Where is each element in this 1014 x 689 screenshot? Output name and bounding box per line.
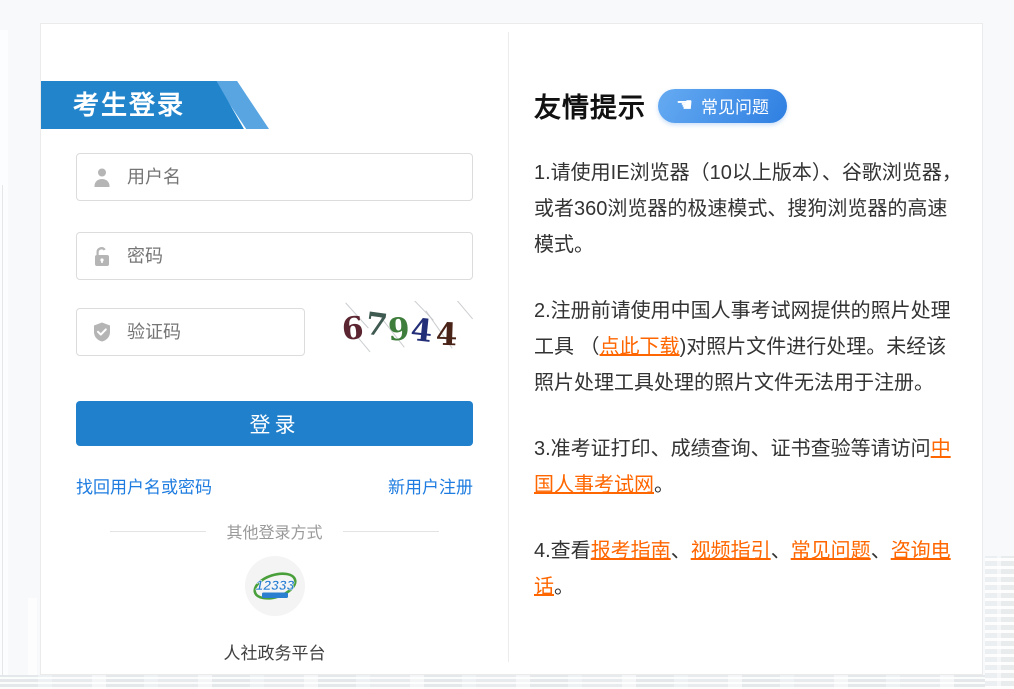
password-input[interactable] [125,245,458,268]
captcha-digit: 6 [340,310,365,348]
username-input[interactable] [125,166,458,189]
tips-header: 友情提示 ☚ 常见问题 [534,86,962,125]
background-left-line [2,185,3,689]
captcha-digit: 4 [435,317,458,354]
pointing-hand-icon: ☚ [676,96,693,115]
other-login-divider: 其他登录方式 [76,519,473,543]
username-field-wrapper [76,153,473,201]
faq-button[interactable]: ☚ 常见问题 [658,89,787,123]
alt-login-section: 12333 人社政务平台 [41,556,508,664]
password-field-wrapper [76,232,473,280]
login-links-row: 找回用户名或密码 新用户注册 [76,473,473,498]
tip-item-4: 4.查看报考指南、视频指引、常见问题、咨询电话。 [534,533,962,605]
login-card: 考生登录 67944 [40,23,983,675]
12333-logo-icon[interactable]: 12333 [245,556,305,616]
tip-link[interactable]: 点此下载 [600,336,680,358]
tip-item-3: 3.准考证打印、成绩查询、证书查验等请访问中国人事考试网。 [534,431,962,503]
login-panel-title: 考生登录 [73,81,185,129]
divider-line-left [110,531,206,532]
background-cityscape-bottom [0,675,1014,689]
captcha-image[interactable]: 67944 [338,301,473,361]
divider-line-right [343,531,439,532]
tip-item-2: 2.注册前请使用中国人事考试网提供的照片处理工具 （点此下载)对照片文件进行处理… [534,293,962,401]
background-cityscape-right [985,556,1014,689]
captcha-field-wrapper [76,308,305,356]
tip-link[interactable]: 常见问题 [791,540,871,562]
shield-check-icon [91,321,113,343]
captcha-digits: 67944 [342,311,458,347]
column-divider [508,32,509,662]
captcha-digit: 4 [409,312,434,350]
login-button[interactable]: 登录 [76,401,473,446]
other-login-label: 其他登录方式 [226,519,322,543]
login-title-ribbon: 考生登录 [41,81,269,129]
user-icon [91,166,113,188]
tip-link[interactable]: 视频指引 [691,540,771,562]
tip-link[interactable]: 报考指南 [591,540,671,562]
alt-login-label: 人社政务平台 [41,639,508,664]
logo-12333-text: 12333 [255,577,294,593]
captcha-digit: 9 [387,311,410,348]
tip-item-1: 1.请使用IE浏览器（10以上版本）、谷歌浏览器，或者360浏览器的极速模式、搜… [534,155,962,263]
forgot-credentials-link[interactable]: 找回用户名或密码 [76,473,212,498]
friendly-tips-panel: 友情提示 ☚ 常见问题 1.请使用IE浏览器（10以上版本）、谷歌浏览器，或者3… [534,24,962,674]
candidate-login-panel: 考生登录 67944 [41,24,508,674]
faq-button-label: 常见问题 [701,93,769,118]
tips-title: 友情提示 [534,86,646,125]
captcha-input[interactable] [125,321,290,344]
new-user-register-link[interactable]: 新用户注册 [388,473,473,498]
lock-icon [91,245,113,267]
captcha-digit: 7 [363,306,389,345]
